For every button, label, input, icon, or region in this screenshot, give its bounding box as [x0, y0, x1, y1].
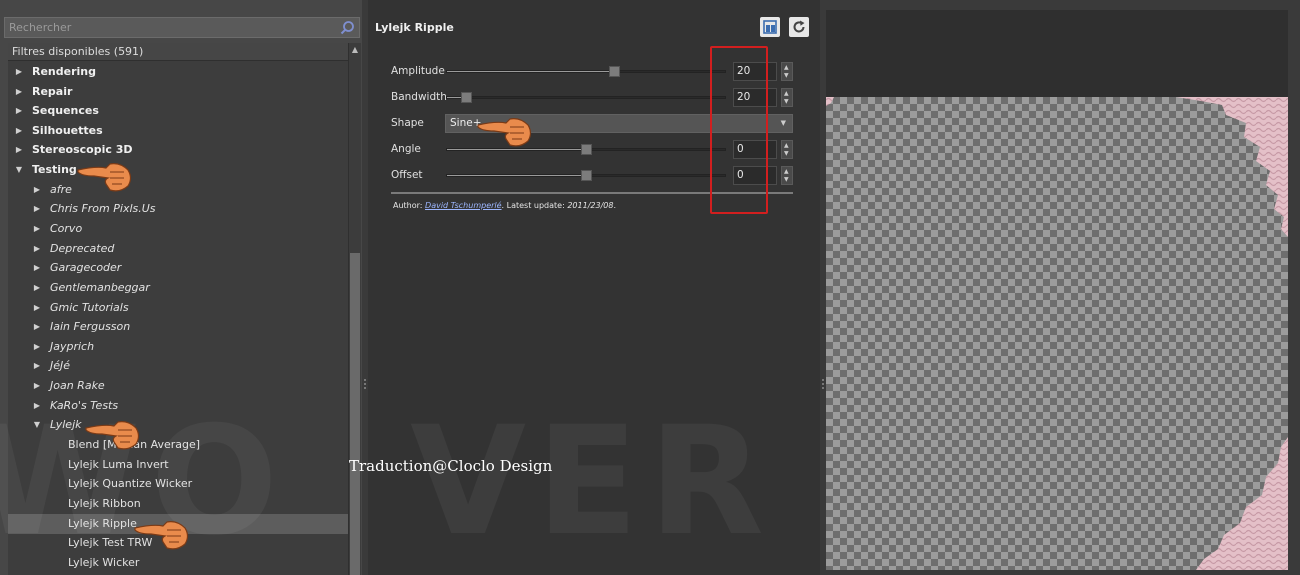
amplitude-slider[interactable]: [446, 66, 726, 77]
spin-up-icon[interactable]: ▲: [784, 168, 789, 176]
collapse-arrow-icon[interactable]: ▼: [32, 415, 42, 435]
slider-handle[interactable]: [461, 92, 473, 103]
slider-fill: [447, 149, 586, 150]
ripple-texture-image: [826, 97, 1288, 570]
filter-settings-panel: Lylejk Ripple Amplitude 20 ▲ ▼ Bandwidth …: [368, 0, 820, 575]
expand-arrow-icon[interactable]: ▶: [14, 101, 24, 121]
expand-arrow-icon[interactable]: ▶: [32, 258, 42, 278]
filter-tree: Filtres disponibles (591) ▶ Rendering ▶ Re…: [8, 43, 348, 575]
expand-arrow-icon[interactable]: ▶: [32, 180, 42, 200]
spin-down-icon[interactable]: ▼: [784, 176, 789, 184]
filter-title: Lylejk Ripple: [375, 21, 454, 34]
author-line: Author: David Tschumperlé. Latest update…: [393, 201, 616, 210]
slider-fill: [447, 175, 586, 176]
layout-button[interactable]: [760, 17, 780, 37]
preview-background: [826, 10, 1288, 97]
tree-item-rendering[interactable]: ▶ Rendering: [8, 62, 348, 82]
layout-icon: [763, 20, 777, 34]
pointing-hand-icon: [134, 521, 189, 550]
expand-arrow-icon[interactable]: ▶: [32, 219, 42, 239]
refresh-icon: [793, 20, 805, 33]
preview-panel: [826, 0, 1300, 575]
expand-arrow-icon[interactable]: ▶: [32, 317, 42, 337]
tree-item-afre[interactable]: ▶ afre: [8, 180, 348, 200]
search-input[interactable]: [5, 18, 335, 37]
pointing-hand-icon: [85, 421, 140, 450]
expand-arrow-icon[interactable]: ▶: [32, 199, 42, 219]
bandwidth-spinner[interactable]: ▲ ▼: [781, 88, 793, 107]
tree-item-garagecoder[interactable]: ▶ Garagecoder: [8, 258, 348, 278]
spin-down-icon[interactable]: ▼: [784, 72, 789, 80]
tree-item-joan-rake[interactable]: ▶ Joan Rake: [8, 376, 348, 396]
tree-scrollbar[interactable]: ▲: [348, 43, 361, 575]
expand-arrow-icon[interactable]: ▶: [32, 356, 42, 376]
tree-item-iain-fergusson[interactable]: ▶ Iain Fergusson: [8, 317, 348, 337]
slider-fill: [447, 71, 614, 72]
expand-arrow-icon[interactable]: ▶: [32, 239, 42, 259]
pointing-hand-icon: [77, 163, 132, 192]
expand-arrow-icon[interactable]: ▶: [14, 140, 24, 160]
tree-header[interactable]: Filtres disponibles (591): [8, 43, 348, 61]
bandwidth-slider[interactable]: [446, 92, 726, 103]
collapse-arrow-icon[interactable]: ▼: [14, 160, 24, 180]
search-box[interactable]: [4, 17, 360, 38]
scroll-up-arrow-icon[interactable]: ▲: [349, 43, 361, 56]
amplitude-spinner[interactable]: ▲ ▼: [781, 62, 793, 81]
spin-down-icon[interactable]: ▼: [784, 98, 789, 106]
filter-item-wicker[interactable]: Lylejk Wicker: [8, 553, 348, 573]
filter-browser-panel: Filtres disponibles (591) ▶Rendering ▶Re…: [0, 0, 362, 575]
expand-arrow-icon[interactable]: ▶: [14, 62, 24, 82]
offset-spinner[interactable]: ▲ ▼: [781, 166, 793, 185]
expand-arrow-icon[interactable]: ▶: [14, 82, 24, 102]
spin-up-icon[interactable]: ▲: [784, 142, 789, 150]
expand-arrow-icon[interactable]: ▶: [32, 298, 42, 318]
tree-item-lylejk[interactable]: ▼ Lylejk: [8, 415, 348, 435]
refresh-button[interactable]: [789, 17, 809, 37]
tree-item-chris-from-pixls[interactable]: ▶ Chris From Pixls.Us: [8, 199, 348, 219]
expand-arrow-icon[interactable]: ▶: [32, 396, 42, 416]
filter-item-ribbon[interactable]: Lylejk Ribbon: [8, 494, 348, 514]
expand-arrow-icon[interactable]: ▶: [32, 337, 42, 357]
tree-item-repair[interactable]: ▶ Repair: [8, 82, 348, 102]
translation-credit: Traduction@Cloclo Design: [349, 457, 553, 475]
spin-up-icon[interactable]: ▲: [784, 90, 789, 98]
expand-arrow-icon[interactable]: ▶: [32, 376, 42, 396]
tree-item-testing[interactable]: ▼ Testing: [8, 160, 348, 180]
tree-item-karos-tests[interactable]: ▶ KaRo's Tests: [8, 396, 348, 416]
tree-item-gentlemanbeggar[interactable]: ▶ Gentlemanbeggar: [8, 278, 348, 298]
filter-item-quantize-wicker[interactable]: Lylejk Quantize Wicker: [8, 474, 348, 494]
tree-item-jayprich[interactable]: ▶ Jayprich: [8, 337, 348, 357]
filter-item-luma-invert[interactable]: Lylejk Luma Invert: [8, 455, 348, 475]
spin-up-icon[interactable]: ▲: [784, 64, 789, 72]
chevron-down-icon[interactable]: ▼: [781, 115, 786, 132]
tree-item-corvo[interactable]: ▶ Corvo: [8, 219, 348, 239]
slider-handle[interactable]: [608, 66, 620, 77]
slider-handle[interactable]: [581, 170, 592, 181]
spin-down-icon[interactable]: ▼: [784, 150, 789, 158]
offset-slider[interactable]: [446, 170, 726, 181]
author-link[interactable]: David Tschumperlé: [425, 201, 502, 210]
expand-arrow-icon[interactable]: ▶: [14, 121, 24, 141]
preview-canvas[interactable]: [826, 97, 1288, 570]
search-icon[interactable]: [339, 20, 355, 36]
tree-item-deprecated[interactable]: ▶ Deprecated: [8, 239, 348, 259]
filter-item-blend-median[interactable]: Blend [Median Average]: [8, 435, 348, 455]
tree-item-stereoscopic-3d[interactable]: ▶ Stereoscopic 3D: [8, 140, 348, 160]
tree-item-sequences[interactable]: ▶ Sequences: [8, 101, 348, 121]
expand-arrow-icon[interactable]: ▶: [32, 278, 42, 298]
tree-item-gmic-tutorials[interactable]: ▶ Gmic Tutorials: [8, 298, 348, 318]
pointing-hand-icon: [477, 118, 532, 147]
slider-handle[interactable]: [581, 144, 592, 155]
tree-item-jeje[interactable]: ▶ JéJé: [8, 356, 348, 376]
scroll-thumb[interactable]: [350, 253, 360, 575]
tree-item-silhouettes[interactable]: ▶ Silhouettes: [8, 121, 348, 141]
angle-spinner[interactable]: ▲ ▼: [781, 140, 793, 159]
highlight-annotation-box: [710, 46, 768, 214]
